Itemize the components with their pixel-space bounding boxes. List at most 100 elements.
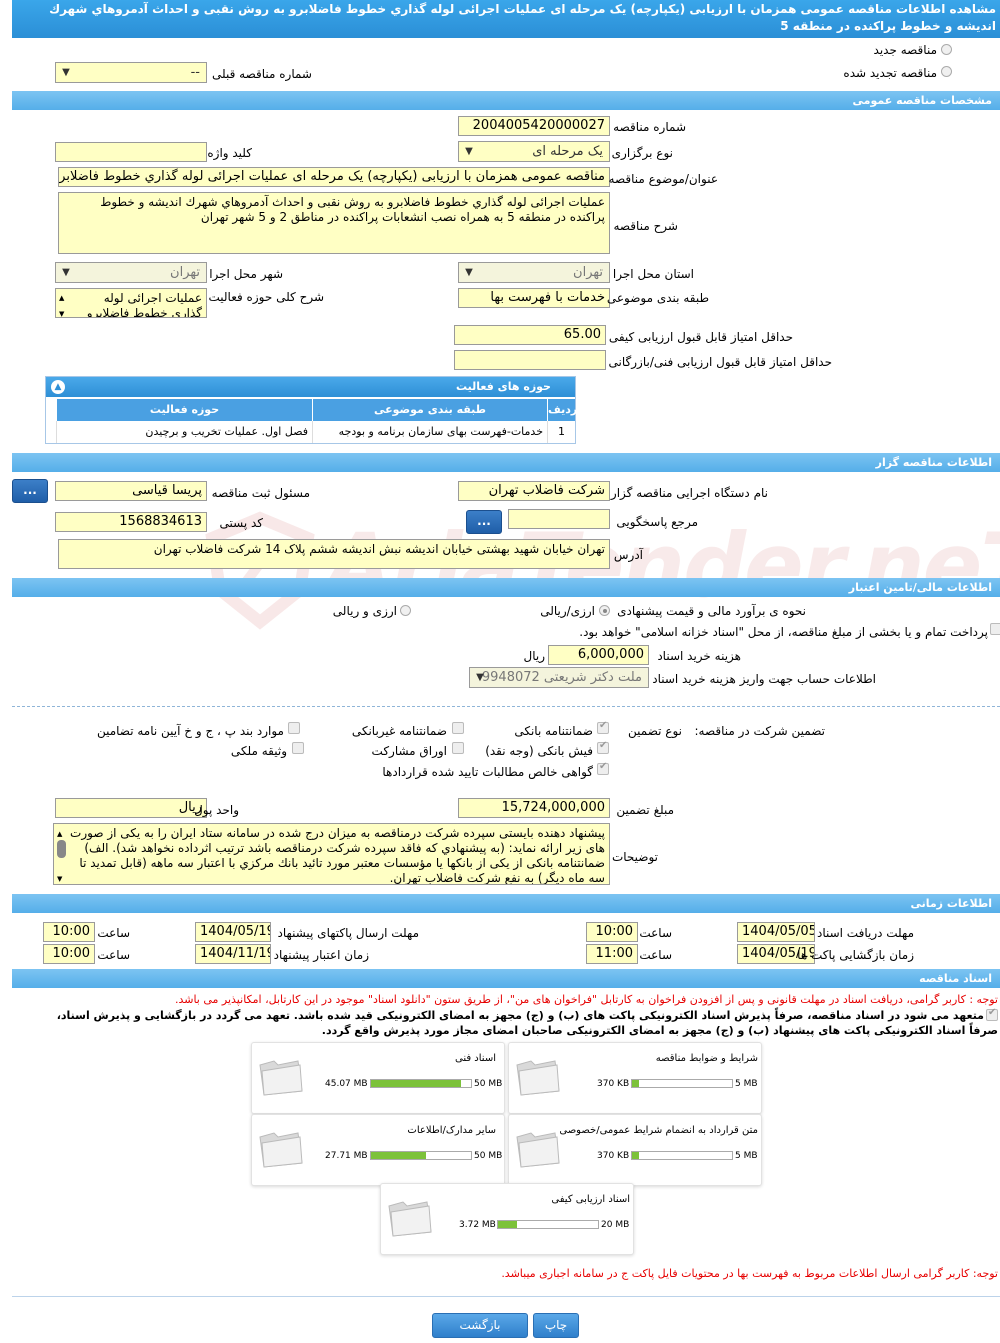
table-row: فصل اول. عملیات تخریب و برچیدن خدمات-فهر… bbox=[56, 421, 575, 443]
min-tech-field[interactable] bbox=[454, 350, 606, 370]
scroll-down-icon[interactable]: ▼ bbox=[57, 872, 62, 884]
file-progress-bar bbox=[370, 1079, 472, 1088]
file-card-other[interactable]: سایر مدارک/اطلاعات 27.71 MB 50 MB bbox=[251, 1114, 505, 1186]
guarantee-amount-label: مبلغ تضمین bbox=[616, 803, 674, 817]
province-select[interactable]: تهران ▼ bbox=[458, 262, 610, 283]
validity-time-field[interactable]: 10:00 bbox=[43, 944, 95, 964]
opt-property-checkbox[interactable] bbox=[292, 742, 304, 754]
collapse-icon[interactable]: ▲ bbox=[51, 380, 65, 394]
file-name: اسناد فنی bbox=[455, 1053, 496, 1064]
file-max-size: 5 MB bbox=[735, 1079, 758, 1089]
section-finance: اطلاعات مالی/تامین اعتبار bbox=[12, 578, 1000, 597]
estimate-label: نحوه ی برآورد مالی و قیمت پیشنهادی bbox=[617, 604, 806, 618]
description-label: شرح مناقصه bbox=[613, 219, 678, 233]
subject-field[interactable]: مناقصه عمومی همزمان با ارزیابی (یکپارچه)… bbox=[58, 167, 610, 187]
section-general: مشخصات مناقصه عمومی bbox=[12, 91, 1000, 110]
tender-type-select[interactable]: یک مرحله ای ▼ bbox=[458, 141, 610, 162]
opt-bank-receipt-checkbox[interactable] bbox=[597, 740, 609, 754]
address-field[interactable]: تهران خیابان شهید بهشتی خیابان اندیشه نب… bbox=[58, 539, 610, 569]
opt-net-claims-checkbox[interactable] bbox=[597, 761, 609, 775]
folder-icon bbox=[259, 1060, 303, 1096]
prev-number-select[interactable]: -- ▼ bbox=[55, 62, 207, 83]
file-progress-fill bbox=[632, 1152, 639, 1159]
scroll-up-icon[interactable]: ▲ bbox=[59, 291, 64, 306]
city-label: شهر محل اجرا bbox=[209, 267, 283, 281]
radio-new-tender[interactable] bbox=[941, 44, 952, 55]
commit-checkbox[interactable] bbox=[986, 1007, 998, 1021]
notes-value: پیشنهاد دهنده بایستی سپرده شرکت درمناقصه… bbox=[70, 826, 605, 885]
scrollbar-thumb[interactable] bbox=[57, 840, 66, 858]
opt-bonds-label: اوراق مشارکت bbox=[371, 744, 447, 758]
radio-currency-rial[interactable] bbox=[599, 605, 610, 616]
keyword-field[interactable] bbox=[55, 142, 207, 162]
currency-field[interactable]: ریال bbox=[55, 798, 207, 818]
radio-new-tender-label: مناقصه جدید bbox=[873, 43, 937, 57]
org-name-field[interactable]: شرکت فاضلاب تهران bbox=[458, 481, 610, 501]
file-progress-fill bbox=[371, 1152, 426, 1159]
back-button[interactable]: بازگشت bbox=[432, 1313, 528, 1338]
send-label: مهلت ارسال پاکتهای پیشنهاد bbox=[277, 926, 419, 940]
currency-label: واحد پول bbox=[194, 803, 239, 817]
min-quality-field[interactable]: 65.00 bbox=[454, 325, 606, 345]
opt-bank-guarantee-checkbox[interactable] bbox=[597, 720, 609, 734]
tender-type-label: نوع برگزاری bbox=[611, 146, 673, 160]
opt-non-bank-guarantee-checkbox[interactable] bbox=[452, 722, 464, 734]
registrar-lookup-button[interactable]: ... bbox=[12, 479, 48, 503]
receive-docs-date-field[interactable]: 1404/05/05 bbox=[737, 922, 815, 942]
registrar-field[interactable]: پریسا قیاسی bbox=[55, 481, 207, 501]
receive-docs-time-label: ساعت bbox=[639, 926, 672, 940]
file-progress-bar bbox=[631, 1079, 733, 1088]
min-tech-label: حداقل امتیاز قابل قبول ارزیابی فنی/بازرگ… bbox=[608, 355, 832, 369]
file-card-terms[interactable]: شرایط و ضوابط مناقصه 370 KB 5 MB bbox=[508, 1042, 762, 1114]
receive-docs-time-field[interactable]: 10:00 bbox=[586, 922, 638, 942]
activity-table-head: حوزه فعالیت طبقه بندی موضوعی ردیف bbox=[56, 399, 577, 421]
scope-field[interactable]: عملیات اجرائی لوله گذاري خطوط فاضلابرو ب… bbox=[55, 288, 207, 318]
postal-code-field[interactable]: 1568834613 bbox=[55, 512, 207, 532]
send-time-field[interactable]: 10:00 bbox=[43, 922, 95, 942]
account-label: اطلاعات حساب جهت واریز هزینه خرید اسناد bbox=[652, 672, 876, 686]
reference-field[interactable] bbox=[508, 509, 610, 529]
validity-date-field[interactable]: 1404/11/19 bbox=[195, 944, 271, 964]
file-name: اسناد ارزیابی کیفی bbox=[551, 1194, 630, 1205]
reference-lookup-button[interactable]: ... bbox=[466, 510, 502, 534]
min-quality-label: حداقل امتیاز قابل قبول ارزیابی کیفی bbox=[608, 330, 793, 344]
doc-cost-unit: ریال bbox=[523, 649, 545, 663]
tender-number-field[interactable]: 2004005420000027 bbox=[458, 116, 610, 136]
send-date-field[interactable]: 1404/05/19 bbox=[195, 922, 271, 942]
city-select[interactable]: تهران ▼ bbox=[55, 262, 207, 283]
prev-number-value: -- bbox=[190, 65, 200, 80]
description-field[interactable]: عملیات اجرائی لوله گذاري خطوط فاضلابرو ب… bbox=[58, 192, 610, 254]
commit-text-line1: متعهد می شود در اسناد مناقصه، صرفاً پذیر… bbox=[56, 1009, 984, 1022]
divider bbox=[12, 1296, 1000, 1297]
opt-clauses-checkbox[interactable] bbox=[288, 722, 300, 734]
notes-field[interactable]: پیشنهاد دهنده بایستی سپرده شرکت درمناقصه… bbox=[53, 823, 610, 885]
opt-property-label: وثیقه ملکی bbox=[230, 744, 287, 758]
category-field[interactable]: خدمات با فهرست بها bbox=[458, 288, 610, 308]
file-max-size: 5 MB bbox=[735, 1151, 758, 1161]
opt-bonds-checkbox[interactable] bbox=[452, 742, 464, 754]
account-select[interactable]: ملت دکتر شریعتی 9948072 ▼ bbox=[469, 667, 649, 688]
doc-cost-field[interactable]: 6,000,000 bbox=[548, 645, 649, 665]
file-card-contract[interactable]: متن قرارداد به انضمام شرایط عمومی/خصوصی … bbox=[508, 1114, 762, 1186]
radio-renewed-tender[interactable] bbox=[941, 66, 952, 77]
folder-icon bbox=[388, 1201, 432, 1237]
province-label: استان محل اجرا bbox=[612, 267, 694, 281]
cell-row: 1 bbox=[547, 421, 575, 443]
province-value: تهران bbox=[573, 265, 603, 280]
file-card-technical[interactable]: اسناد فنی 45.07 MB 50 MB bbox=[251, 1042, 505, 1114]
opt-bank-guarantee-label: ضمانتنامه بانکی bbox=[514, 724, 593, 738]
receive-docs-label: مهلت دریافت اسناد bbox=[816, 926, 914, 940]
chevron-down-icon: ▼ bbox=[476, 672, 484, 683]
guarantee-amount-field[interactable]: 15,724,000,000 bbox=[458, 798, 610, 818]
scope-label: شرح کلی حوزه فعالیت bbox=[208, 290, 325, 304]
print-button[interactable]: چاپ bbox=[533, 1313, 579, 1338]
file-card-quality[interactable]: اسناد ارزیابی کیفی 3.72 MB 20 MB bbox=[380, 1183, 634, 1255]
open-time-field[interactable]: 11:00 bbox=[586, 944, 638, 964]
postal-code-label: کد پستی bbox=[219, 516, 264, 530]
cell-category: خدمات-فهرست بهای سازمان برنامه و بودجه bbox=[312, 421, 547, 443]
file-progress-bar bbox=[631, 1151, 733, 1160]
file-size: 370 KB bbox=[597, 1079, 630, 1089]
treasury-checkbox[interactable] bbox=[990, 623, 1000, 635]
scroll-down-icon[interactable]: ▼ bbox=[59, 307, 64, 317]
radio-currency-and-rial[interactable] bbox=[400, 605, 411, 616]
